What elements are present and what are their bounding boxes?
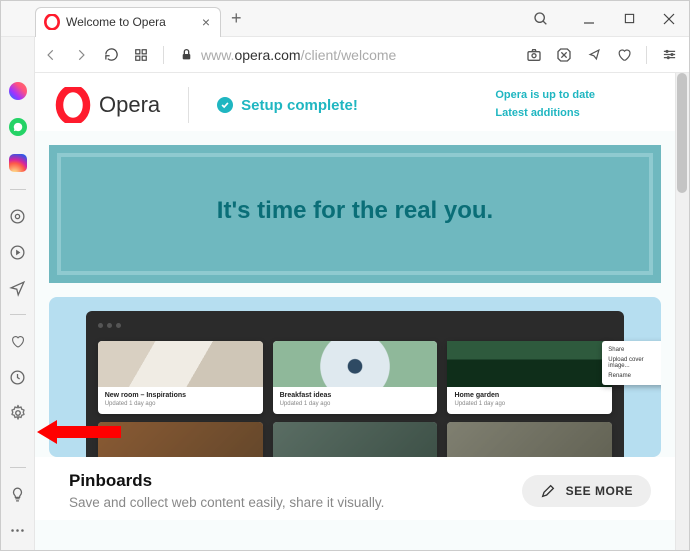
history-icon[interactable]	[8, 367, 28, 387]
section-desc: Save and collect web content easily, sha…	[69, 495, 384, 510]
opera-logo: Opera	[55, 87, 160, 123]
nav-forward-button[interactable]	[67, 41, 95, 69]
scrollbar-thumb[interactable]	[677, 73, 687, 193]
opera-o-icon	[55, 87, 91, 123]
nav-reload-button[interactable]	[97, 41, 125, 69]
section-title: Pinboards	[69, 471, 384, 491]
page-content: Opera Setup complete! Opera is up to dat…	[35, 73, 689, 550]
whatsapp-icon[interactable]	[8, 117, 28, 137]
speed-dial-button[interactable]	[127, 41, 155, 69]
preview-card: Breakfast ideasUpdated 1 day ago	[273, 341, 438, 414]
check-icon	[217, 97, 233, 113]
page-header: Opera Setup complete! Opera is up to dat…	[35, 73, 675, 131]
address-bar[interactable]: www.opera.com/client/welcome	[172, 47, 520, 63]
send-icon[interactable]	[582, 43, 606, 67]
titlebar: Welcome to Opera × +	[1, 1, 689, 37]
tab-title: Welcome to Opera	[66, 15, 166, 29]
sidebar-separator	[10, 467, 26, 468]
favorites-icon[interactable]	[8, 331, 28, 351]
see-more-button[interactable]: SEE MORE	[522, 475, 651, 507]
new-tab-button[interactable]: +	[221, 8, 252, 29]
preview-card: Home gardenUpdated 1 day ago Share Uploa…	[447, 341, 612, 414]
toolbar: www.opera.com/client/welcome	[1, 37, 689, 73]
window-minimize-button[interactable]	[569, 5, 609, 33]
settings-icon[interactable]	[8, 403, 28, 423]
player-icon[interactable]	[8, 242, 28, 262]
edit-icon	[540, 483, 556, 499]
instagram-icon[interactable]	[8, 153, 28, 173]
snapshot-icon[interactable]	[522, 43, 546, 67]
flow-send-icon[interactable]	[8, 278, 28, 298]
sidebar-separator	[10, 189, 26, 190]
context-menu: Share Upload cover image... Rename	[602, 341, 661, 385]
header-links[interactable]: Opera is up to date Latest additions	[495, 87, 655, 122]
url-text: www.opera.com/client/welcome	[201, 47, 396, 63]
adblock-icon[interactable]	[552, 43, 576, 67]
sidebar-separator	[10, 314, 26, 315]
window-maximize-button[interactable]	[609, 5, 649, 33]
hero-banner: It's time for the real you.	[49, 145, 661, 283]
easy-setup-icon[interactable]	[657, 43, 681, 67]
sidebar	[1, 37, 35, 550]
nav-back-button[interactable]	[37, 41, 65, 69]
tab-active[interactable]: Welcome to Opera ×	[35, 7, 221, 37]
lock-icon	[180, 48, 193, 61]
pinboard-icon[interactable]	[8, 206, 28, 226]
tab-close-icon[interactable]: ×	[172, 14, 212, 30]
more-icon[interactable]	[8, 520, 28, 540]
pinboards-section: Pinboards Save and collect web content e…	[35, 457, 675, 520]
window-close-button[interactable]	[649, 5, 689, 33]
heart-icon[interactable]	[612, 43, 636, 67]
preview-card: New room – InspirationsUpdated 1 day ago	[98, 341, 263, 414]
tabs-search-icon[interactable]	[533, 11, 549, 27]
opera-favicon	[44, 14, 60, 30]
hero-text: It's time for the real you.	[71, 197, 639, 225]
setup-complete: Setup complete!	[217, 97, 358, 114]
scrollbar-track[interactable]	[675, 73, 689, 550]
logo-text: Opera	[99, 92, 160, 118]
tips-icon[interactable]	[8, 484, 28, 504]
pinboards-preview: New room – InspirationsUpdated 1 day ago…	[49, 297, 661, 457]
messenger-icon[interactable]	[8, 81, 28, 101]
